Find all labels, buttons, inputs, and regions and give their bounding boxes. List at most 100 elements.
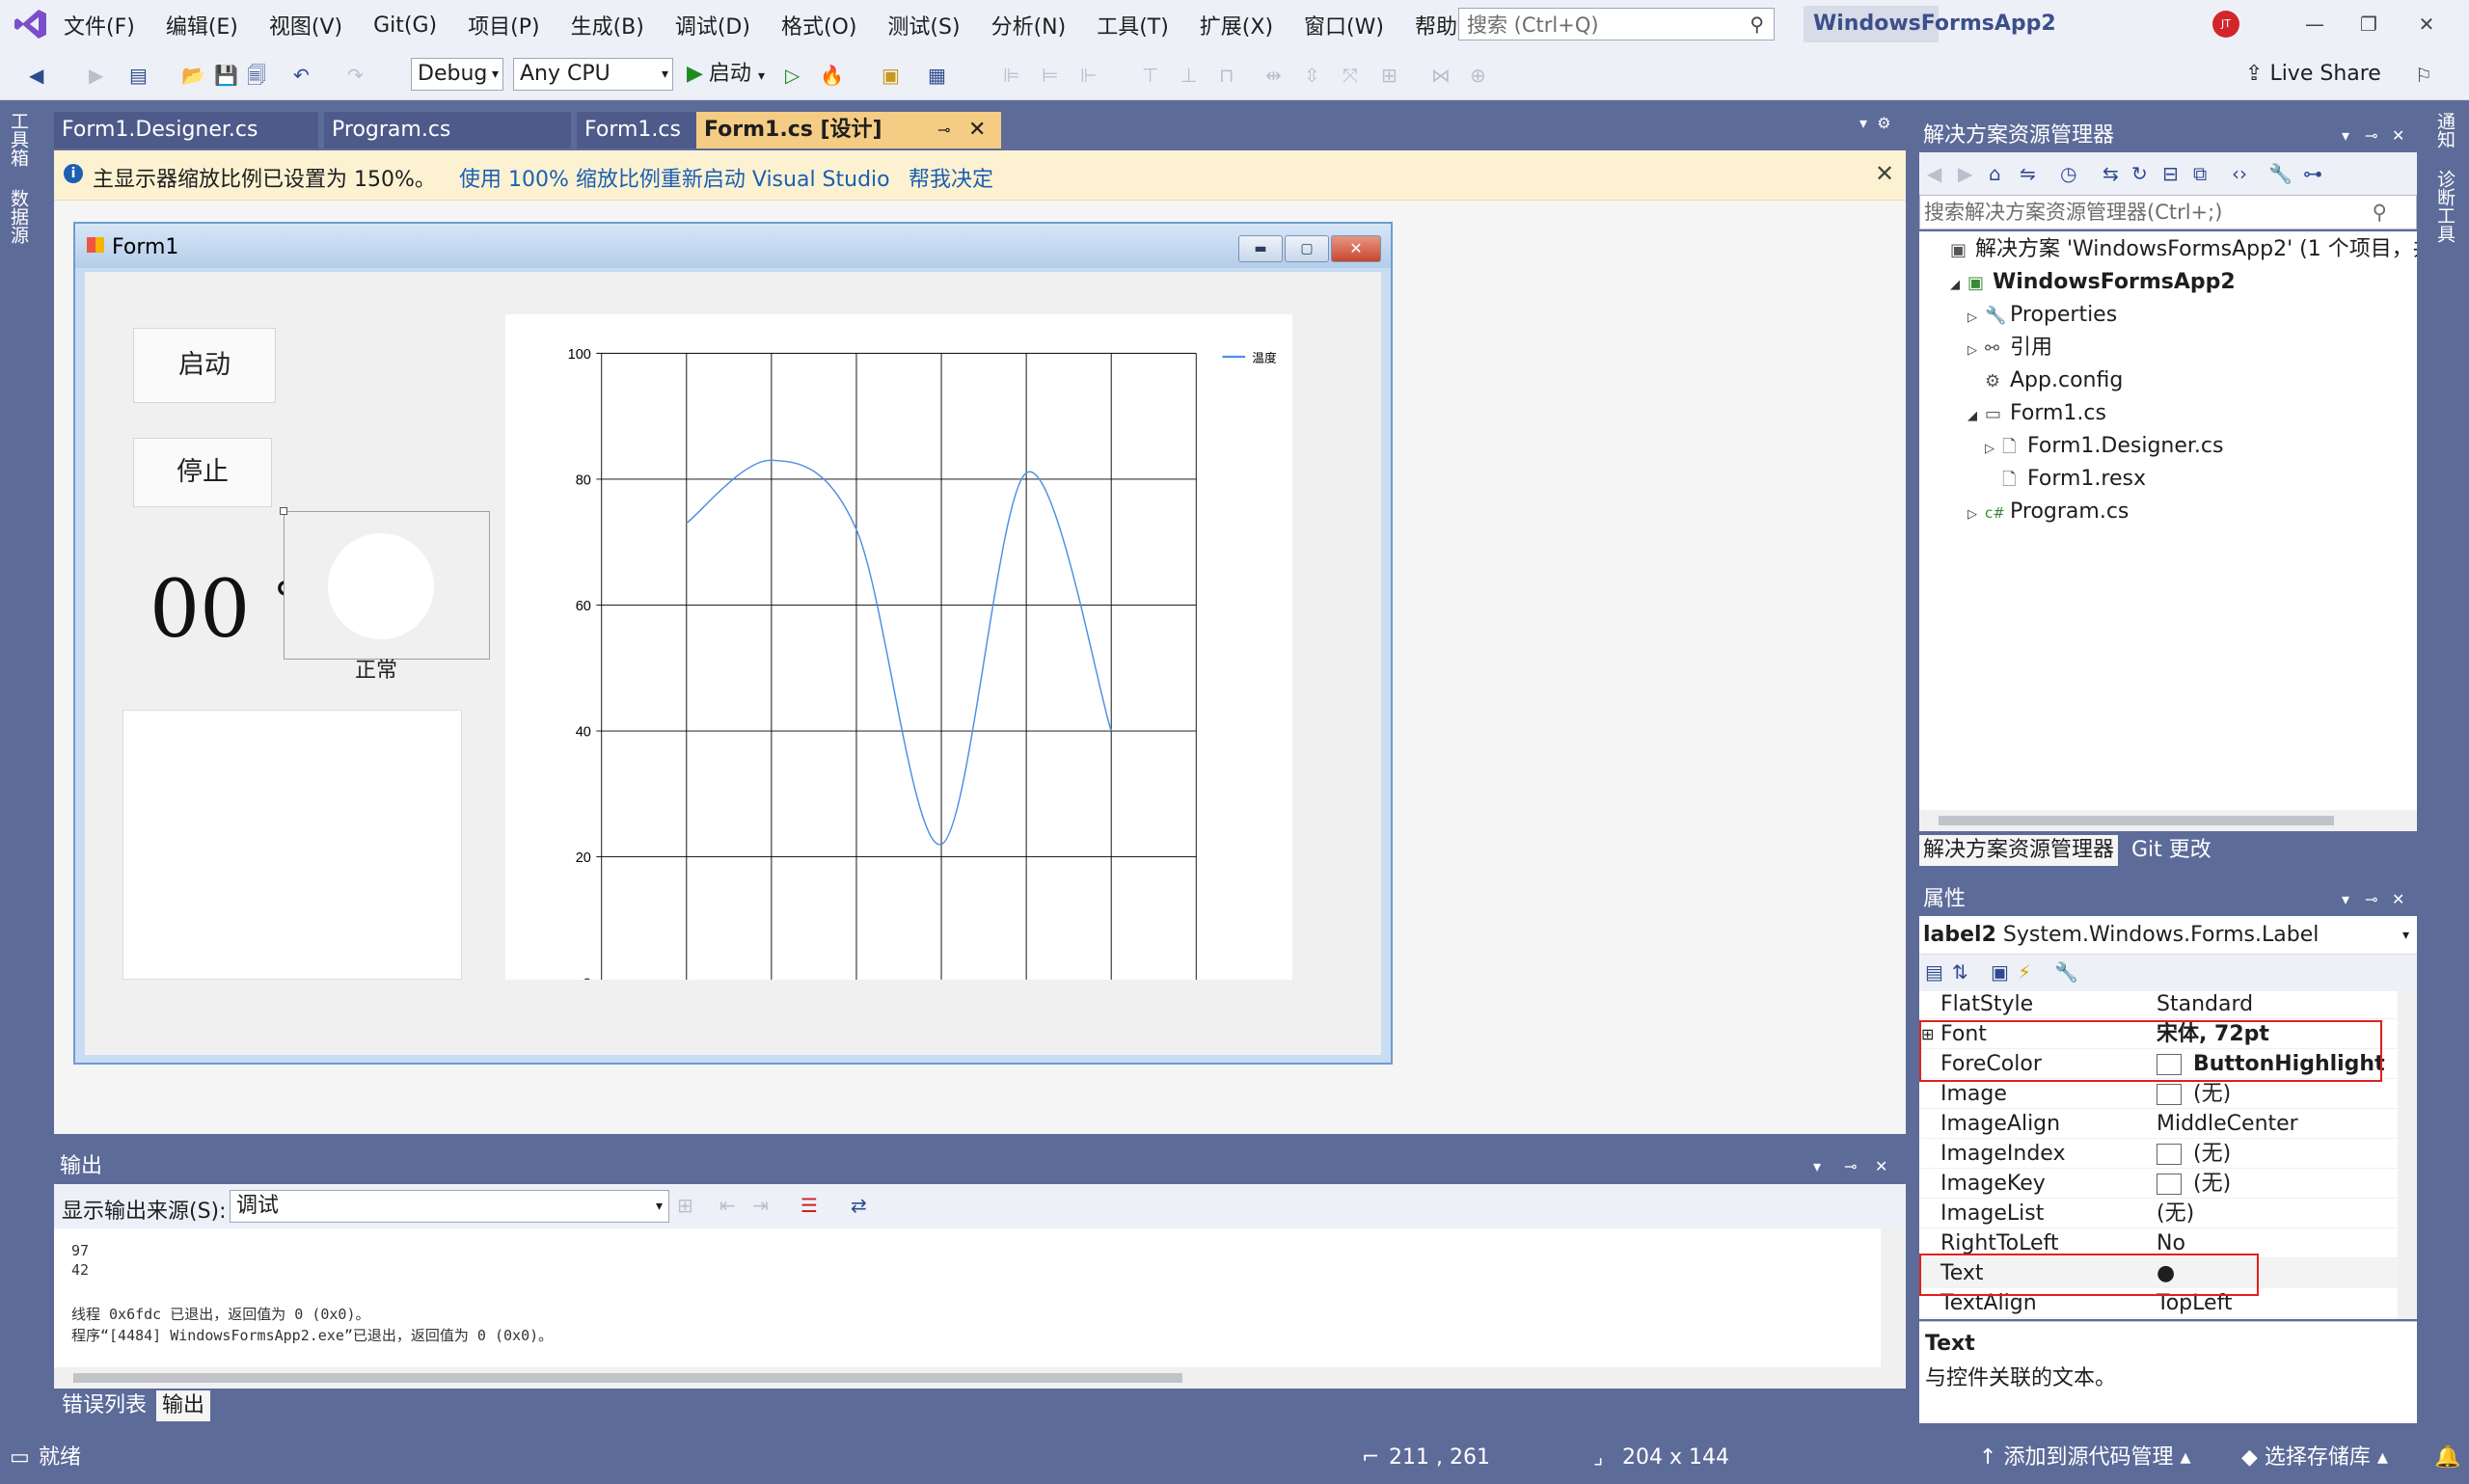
notification-bell-icon[interactable]: 🔔: [2434, 1431, 2460, 1484]
show-all-files-icon[interactable]: ⧉: [2193, 160, 2207, 187]
restart-100-link[interactable]: 使用 100% 缩放比例重新启动 Visual Studio: [459, 162, 890, 193]
forward-icon[interactable]: ▶: [89, 62, 103, 89]
notifications-tab[interactable]: 通知: [2432, 112, 2458, 148]
expander-icon[interactable]: ▷: [1967, 302, 1985, 335]
status-picture-box[interactable]: [284, 511, 490, 660]
tab-form1-designer[interactable]: Form1.Designer.cs: [54, 112, 318, 148]
menu-item[interactable]: Git(G): [358, 0, 452, 50]
hot-reload-icon[interactable]: 🔥: [820, 62, 844, 89]
align-middle-icon[interactable]: ⊥: [1180, 62, 1197, 89]
restore-icon[interactable]: ❐: [2349, 8, 2388, 40]
align-bottom-icon[interactable]: ⊓: [1219, 62, 1234, 89]
word-wrap-icon[interactable]: ⇄: [851, 1192, 867, 1219]
tree-item[interactable]: ▷ 🗋 Form1.Designer.cs: [1985, 430, 2223, 463]
property-pages-icon[interactable]: 🔧: [2054, 958, 2078, 985]
expander-icon[interactable]: ▷: [1967, 499, 1985, 531]
switch-views-icon[interactable]: ⇋: [2020, 160, 2036, 187]
tab-output[interactable]: 输出: [156, 1390, 211, 1421]
temperature-label[interactable]: 00°: [149, 564, 297, 656]
properties-vertical-scrollbar[interactable]: [2398, 991, 2417, 1319]
platform-select[interactable]: Any CPU ▾: [513, 58, 673, 91]
menu-item[interactable]: 扩展(X): [1184, 0, 1289, 50]
live-share-button[interactable]: ⇪ Live Share: [2245, 58, 2381, 91]
menu-item[interactable]: 文件(F): [48, 0, 150, 50]
spacing-icon[interactable]: ⋈: [1431, 62, 1451, 89]
property-value[interactable]: Standard: [2157, 991, 2253, 1019]
menu-item[interactable]: 窗口(W): [1289, 0, 1399, 50]
tab-dropdown-icon[interactable]: ▾: [1859, 114, 1867, 132]
start-without-debug-icon[interactable]: ▷: [785, 62, 800, 89]
tab-error-list[interactable]: 错误列表: [56, 1390, 152, 1421]
close-tab-icon[interactable]: ✕: [968, 112, 986, 148]
undo-icon[interactable]: ↶: [293, 62, 310, 89]
scroll-thumb[interactable]: [1939, 816, 2334, 825]
se-back-icon[interactable]: ◀: [1927, 160, 1941, 187]
property-value[interactable]: MiddleCenter: [2157, 1109, 2298, 1139]
close-window-icon[interactable]: ✕: [2407, 8, 2446, 40]
feedback-icon[interactable]: ⚐: [2415, 62, 2432, 89]
user-avatar[interactable]: JT: [2212, 11, 2239, 38]
stop-button[interactable]: 停止: [133, 438, 272, 507]
menu-item[interactable]: 编辑(E): [150, 0, 254, 50]
view-code-icon[interactable]: ‹›: [2232, 160, 2247, 187]
property-row[interactable]: ImageList (无): [1919, 1199, 2398, 1228]
se-dropdown-icon[interactable]: ▾: [2342, 120, 2349, 152]
form-close-icon[interactable]: ✕: [1331, 235, 1381, 262]
property-row[interactable]: FlatStyle Standard: [1919, 991, 2398, 1019]
tree-item[interactable]: ◢ ▣ WindowsFormsApp2: [1950, 266, 2236, 299]
property-row[interactable]: ImageAlign MiddleCenter: [1919, 1109, 2398, 1139]
clear-all-icon[interactable]: ☰: [800, 1192, 818, 1219]
expander-icon[interactable]: ▷: [1967, 335, 1985, 367]
tree-item[interactable]: ▣ 解决方案 'WindowsFormsApp2' (1 个项目，共: [1933, 233, 2417, 266]
same-size-icon[interactable]: ⤧: [1343, 62, 1358, 89]
output-close-icon[interactable]: ✕: [1875, 1149, 1887, 1184]
output-pin-icon[interactable]: ⊸: [1844, 1149, 1857, 1184]
help-decide-link[interactable]: 帮我决定: [909, 162, 993, 193]
menu-item[interactable]: 项目(P): [452, 0, 555, 50]
add-source-control-button[interactable]: ↑ 添加到源代码管理 ▴: [1979, 1431, 2191, 1484]
output-horizontal-scrollbar[interactable]: [54, 1367, 1906, 1389]
pending-changes-icon[interactable]: ◷: [2060, 160, 2076, 187]
select-repo-button[interactable]: ◆ 选择存储库 ▴: [2241, 1431, 2388, 1484]
pp-dropdown-icon[interactable]: ▾: [2342, 883, 2349, 916]
config-select[interactable]: Debug ▾: [411, 58, 503, 91]
tree-item[interactable]: ◢ ▭ Form1.cs: [1967, 397, 2106, 430]
tab-settings-icon[interactable]: ⚙: [1877, 114, 1890, 132]
output-vertical-scrollbar[interactable]: [1881, 1228, 1906, 1367]
redo-icon[interactable]: ↷: [347, 62, 364, 89]
same-height-icon[interactable]: ⇳: [1304, 62, 1320, 89]
form-maximize-icon[interactable]: ▢: [1285, 235, 1329, 262]
search-input[interactable]: 搜索 (Ctrl+Q) ⚲: [1458, 8, 1775, 40]
same-width-icon[interactable]: ⇹: [1265, 62, 1282, 89]
open-folder-icon[interactable]: 📂: [181, 62, 205, 89]
refresh-icon[interactable]: ↻: [2131, 160, 2148, 187]
log-panel[interactable]: [122, 710, 462, 980]
events-icon[interactable]: ⚡: [2018, 958, 2031, 985]
alphabetical-icon[interactable]: ⇅: [1952, 958, 1968, 985]
menu-item[interactable]: 分析(N): [976, 0, 1082, 50]
align-right-icon[interactable]: ⊩: [1080, 62, 1097, 89]
se-close-icon[interactable]: ✕: [2392, 120, 2404, 152]
properties-icon[interactable]: 🔧: [2268, 160, 2293, 187]
property-row[interactable]: Image (无): [1919, 1079, 2398, 1109]
output-text-area[interactable]: 97 42 线程 0x6fdc 已退出，返回值为 0 (0x0)。 程序“[44…: [54, 1228, 1906, 1389]
expander-icon[interactable]: ▷: [1985, 433, 2002, 466]
tree-item[interactable]: ▷ ⚯ 引用: [1967, 332, 2052, 364]
property-value[interactable]: (无): [2157, 1199, 2194, 1228]
property-row[interactable]: ImageIndex (无): [1919, 1139, 2398, 1169]
menu-item[interactable]: 视图(V): [254, 0, 358, 50]
menu-item[interactable]: 生成(B): [556, 0, 660, 50]
menu-item[interactable]: 工具(T): [1081, 0, 1184, 50]
menu-item[interactable]: 测试(S): [872, 0, 975, 50]
tab-program[interactable]: Program.cs: [324, 112, 571, 148]
save-icon[interactable]: 💾: [214, 62, 238, 89]
size-to-grid-icon[interactable]: ⊞: [1381, 62, 1397, 89]
start-button[interactable]: 启动: [133, 328, 276, 403]
visual-studio-logo-icon[interactable]: [14, 8, 48, 40]
properties-view-icon[interactable]: ▣: [1991, 958, 2009, 985]
preview-icon[interactable]: ⊶: [2303, 160, 2322, 187]
scroll-thumb[interactable]: [73, 1373, 1182, 1383]
pp-close-icon[interactable]: ✕: [2392, 883, 2404, 916]
folder-icon[interactable]: ▣: [882, 62, 900, 89]
output-dropdown-icon[interactable]: ▾: [1813, 1149, 1821, 1184]
